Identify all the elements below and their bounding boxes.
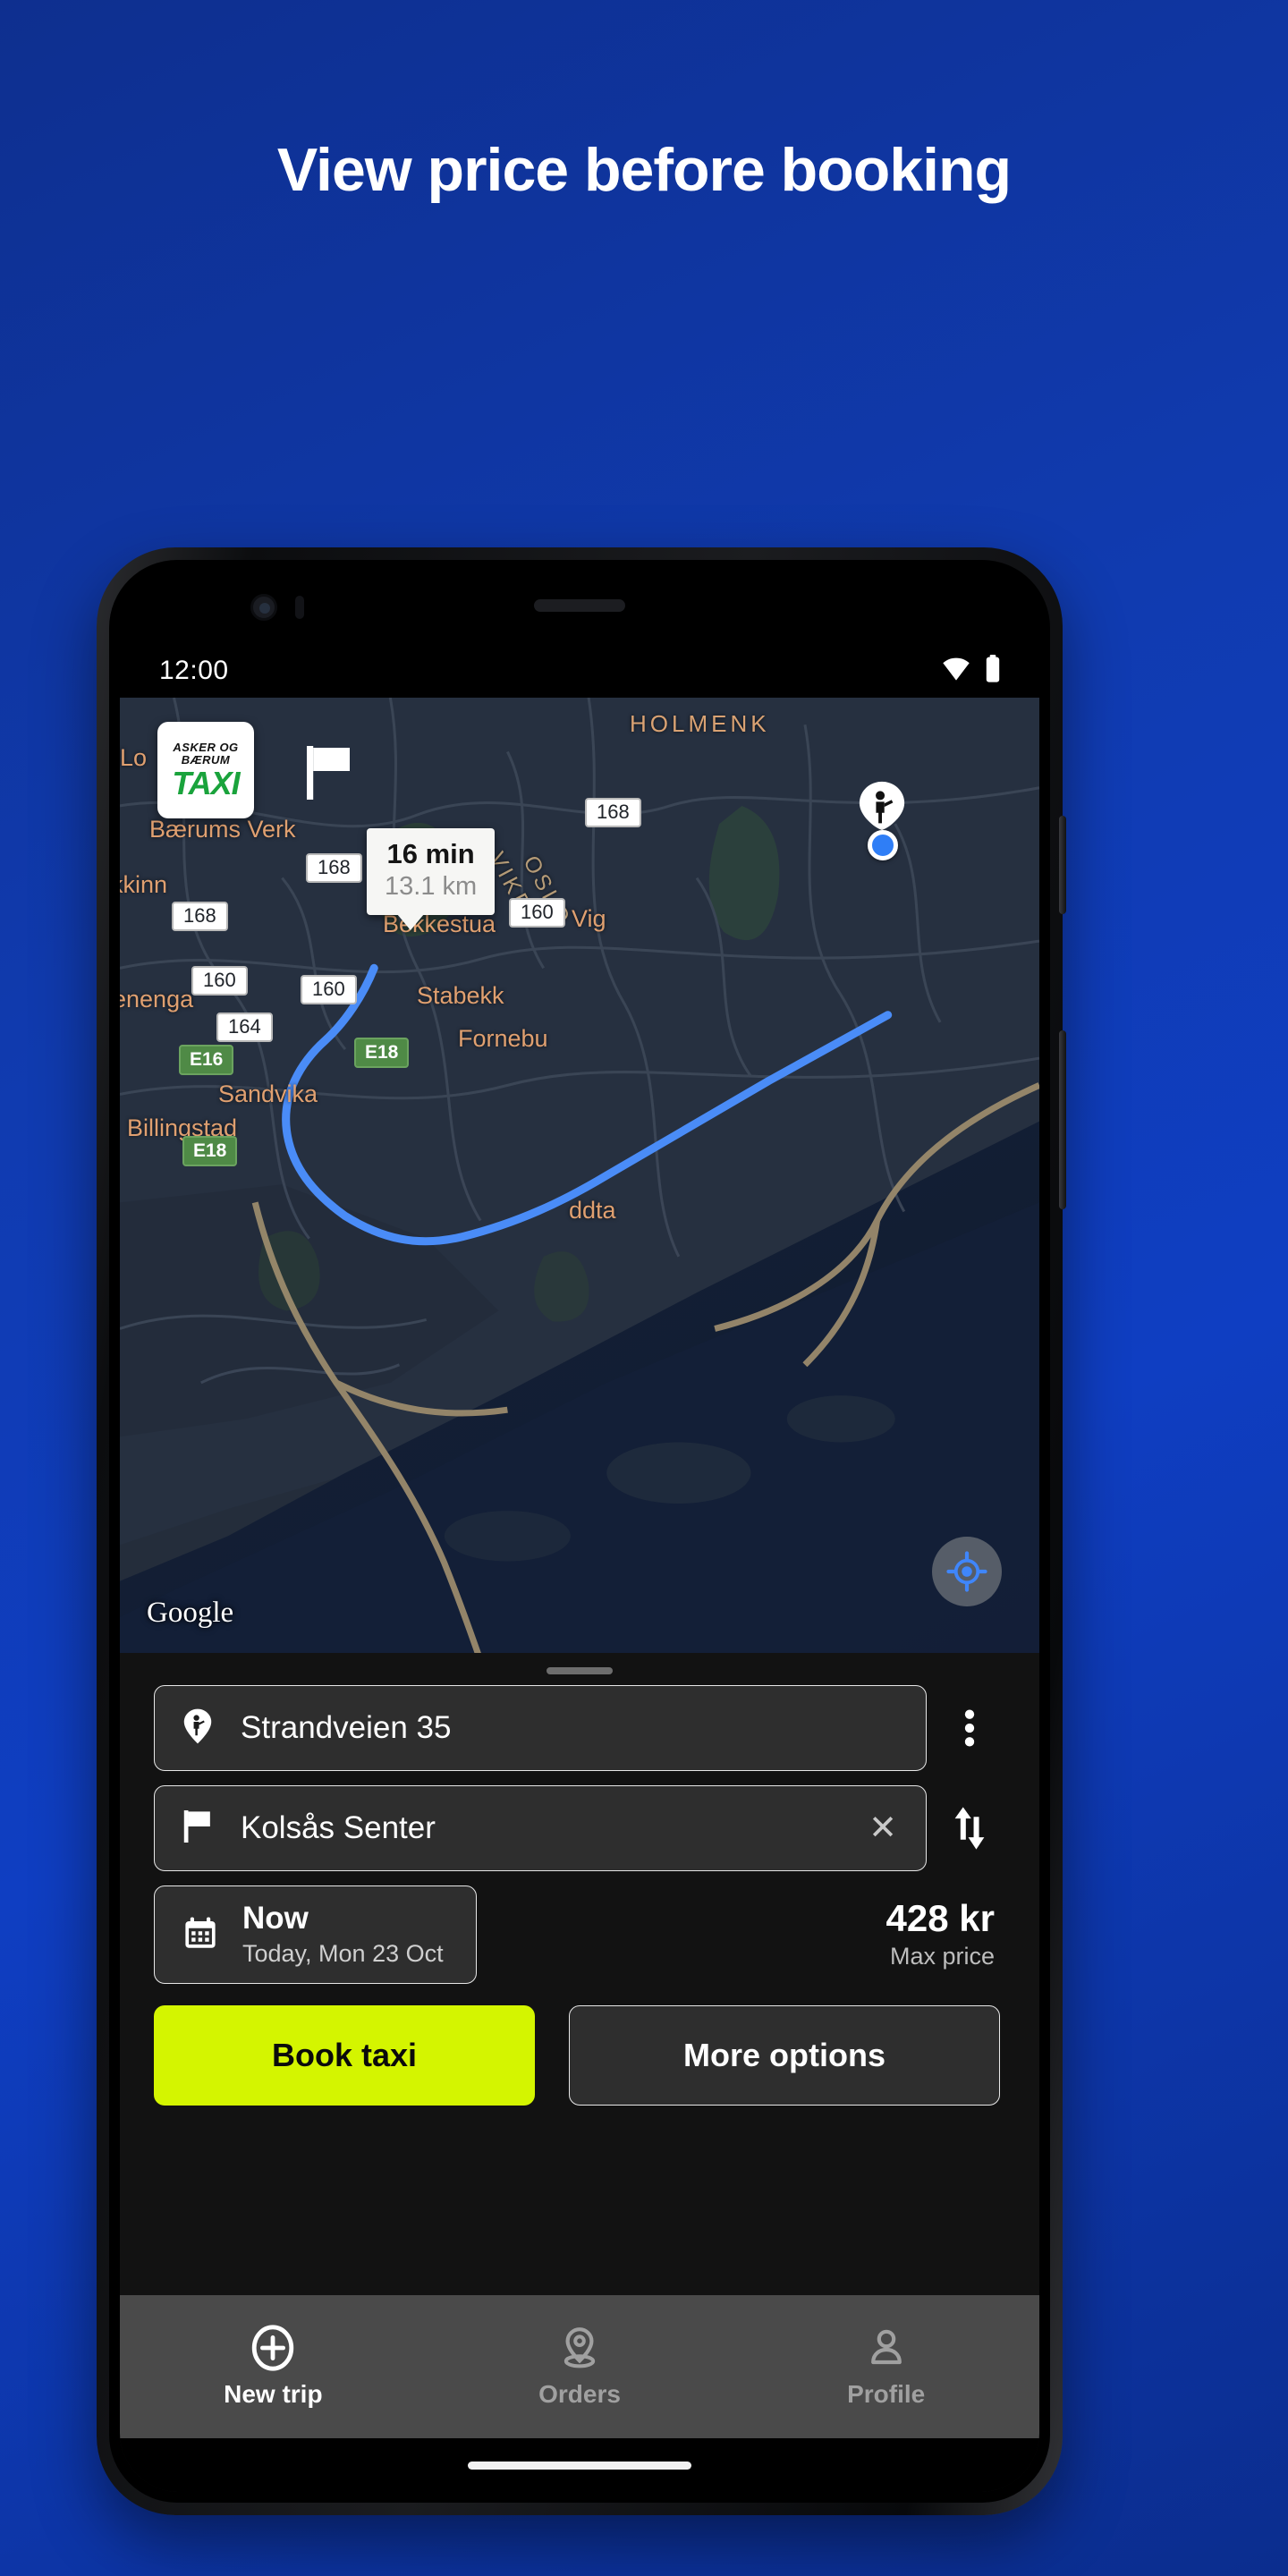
front-camera-icon xyxy=(250,594,277,621)
booking-sheet: Strandveien 35 Kolsås Senter ✕ Now Today… xyxy=(120,1653,1039,2492)
pickup-input[interactable]: Strandveien 35 xyxy=(154,1685,927,1771)
swap-addresses-button[interactable] xyxy=(927,1807,1013,1850)
logo-line-1: ASKER OG xyxy=(173,741,239,755)
euroroute-shield: E16 xyxy=(179,1045,234,1075)
proximity-sensor-icon xyxy=(295,596,304,619)
map-label: HOLMENK xyxy=(630,710,770,737)
pickup-menu-button[interactable] xyxy=(927,1707,1013,1749)
promo-headline: View price before booking xyxy=(276,136,1012,204)
phone-screen: 12:00 HOLMENK Lo Bærums Verk kinn VIKEN … xyxy=(120,571,1039,2492)
price-amount: 428 kr xyxy=(886,1897,995,1940)
map-label: kkinn xyxy=(120,871,168,898)
logo-line-3: TAXI xyxy=(172,764,240,801)
schedule-title: Now xyxy=(242,1901,309,1936)
status-icons xyxy=(941,654,1002,688)
flag-icon xyxy=(182,1809,214,1849)
status-bar: 12:00 xyxy=(120,644,1039,698)
trip-info-bubble: 16 min 13.1 km xyxy=(367,828,496,930)
crosshair-icon xyxy=(946,1551,987,1592)
calendar-icon xyxy=(182,1914,219,1956)
route-shield: 160 xyxy=(509,898,565,928)
map-view[interactable]: HOLMENK Lo Bærums Verk kkinn VIKEN OSLO … xyxy=(120,698,1039,1653)
nav-item-profile[interactable]: Profile xyxy=(733,2295,1039,2438)
map-label: Vig xyxy=(572,905,606,932)
map-label: ddta xyxy=(569,1197,616,1224)
map-label: Lo xyxy=(120,744,148,771)
nav-label-new-trip: New trip xyxy=(224,2380,323,2408)
destination-flag-icon xyxy=(303,742,357,803)
pickup-pin-icon xyxy=(182,1707,214,1750)
earpiece-speaker xyxy=(534,599,625,612)
destination-input[interactable]: Kolsås Senter ✕ xyxy=(154,1785,927,1871)
nav-label-profile: Profile xyxy=(847,2380,926,2408)
battery-icon xyxy=(984,654,1002,688)
current-location-dot xyxy=(868,830,898,860)
google-attribution: Google xyxy=(147,1597,234,1629)
action-buttons: Book taxi More options xyxy=(120,2005,1039,2106)
phone-top-hardware xyxy=(120,571,1039,644)
nav-item-orders[interactable]: Orders xyxy=(427,2295,733,2438)
status-time: 12:00 xyxy=(159,656,229,685)
pickup-row: Strandveien 35 xyxy=(120,1685,1039,1771)
more-options-button[interactable]: More options xyxy=(569,2005,1000,2106)
sheet-drag-handle[interactable] xyxy=(547,1667,613,1674)
price-block: 428 kr Max price xyxy=(886,1899,1000,1970)
home-indicator-area xyxy=(120,2438,1039,2492)
map-label: enenga xyxy=(120,986,194,1013)
phone-mockup: 12:00 HOLMENK Lo Bærums Verk kinn VIKEN … xyxy=(97,547,1066,2515)
bottom-navigation: New trip Orders Profile xyxy=(120,2295,1039,2438)
route-shield: 168 xyxy=(172,902,228,931)
phone-side-button-power xyxy=(1059,1030,1066,1209)
route-shield: 168 xyxy=(306,853,362,883)
map-label: Fornebu xyxy=(458,1025,548,1052)
price-caption: Max price xyxy=(889,1942,995,1970)
when-and-price-row: Now Today, Mon 23 Oct 428 kr Max price xyxy=(120,1885,1039,1984)
pickup-pin-icon xyxy=(856,780,908,832)
destination-value: Kolsås Senter xyxy=(241,1810,436,1845)
euroroute-shield: E18 xyxy=(182,1136,238,1166)
map-label: Sandvika xyxy=(218,1080,318,1107)
more-vertical-icon xyxy=(964,1709,975,1747)
euroroute-shield: E18 xyxy=(354,1038,410,1068)
route-shield: 160 xyxy=(191,966,248,996)
pickup-value: Strandveien 35 xyxy=(241,1710,452,1745)
plus-circle-icon xyxy=(252,2325,294,2371)
map-label: Stabekk xyxy=(417,982,504,1009)
route-shield: 168 xyxy=(585,798,641,827)
nav-label-orders: Orders xyxy=(538,2380,621,2408)
schedule-subtitle: Today, Mon 23 Oct xyxy=(242,1939,444,1967)
orders-pin-icon xyxy=(564,2327,596,2368)
trip-duration: 16 min xyxy=(386,838,475,869)
schedule-button[interactable]: Now Today, Mon 23 Oct xyxy=(154,1885,477,1984)
home-indicator-bar[interactable] xyxy=(468,2461,691,2470)
phone-side-button-volume xyxy=(1059,816,1066,914)
wifi-icon xyxy=(941,657,971,686)
route-shield: 160 xyxy=(301,975,357,1004)
trip-distance: 13.1 km xyxy=(385,872,478,902)
close-icon[interactable]: ✕ xyxy=(860,1806,906,1851)
taxi-company-logo: ASKER OG BÆRUM TAXI xyxy=(157,722,254,818)
schedule-text: Now Today, Mon 23 Oct xyxy=(242,1902,444,1968)
book-taxi-button[interactable]: Book taxi xyxy=(154,2005,535,2106)
route-shield: 164 xyxy=(216,1013,273,1042)
swap-vertical-icon xyxy=(954,1807,985,1850)
destination-row: Kolsås Senter ✕ xyxy=(120,1785,1039,1871)
my-location-button[interactable] xyxy=(932,1537,1002,1606)
phone-bezel: 12:00 HOLMENK Lo Bærums Verk kinn VIKEN … xyxy=(109,560,1050,2503)
nav-item-new-trip[interactable]: New trip xyxy=(120,2295,427,2438)
person-icon xyxy=(870,2329,902,2365)
map-label: Bærums Verk xyxy=(149,816,296,843)
